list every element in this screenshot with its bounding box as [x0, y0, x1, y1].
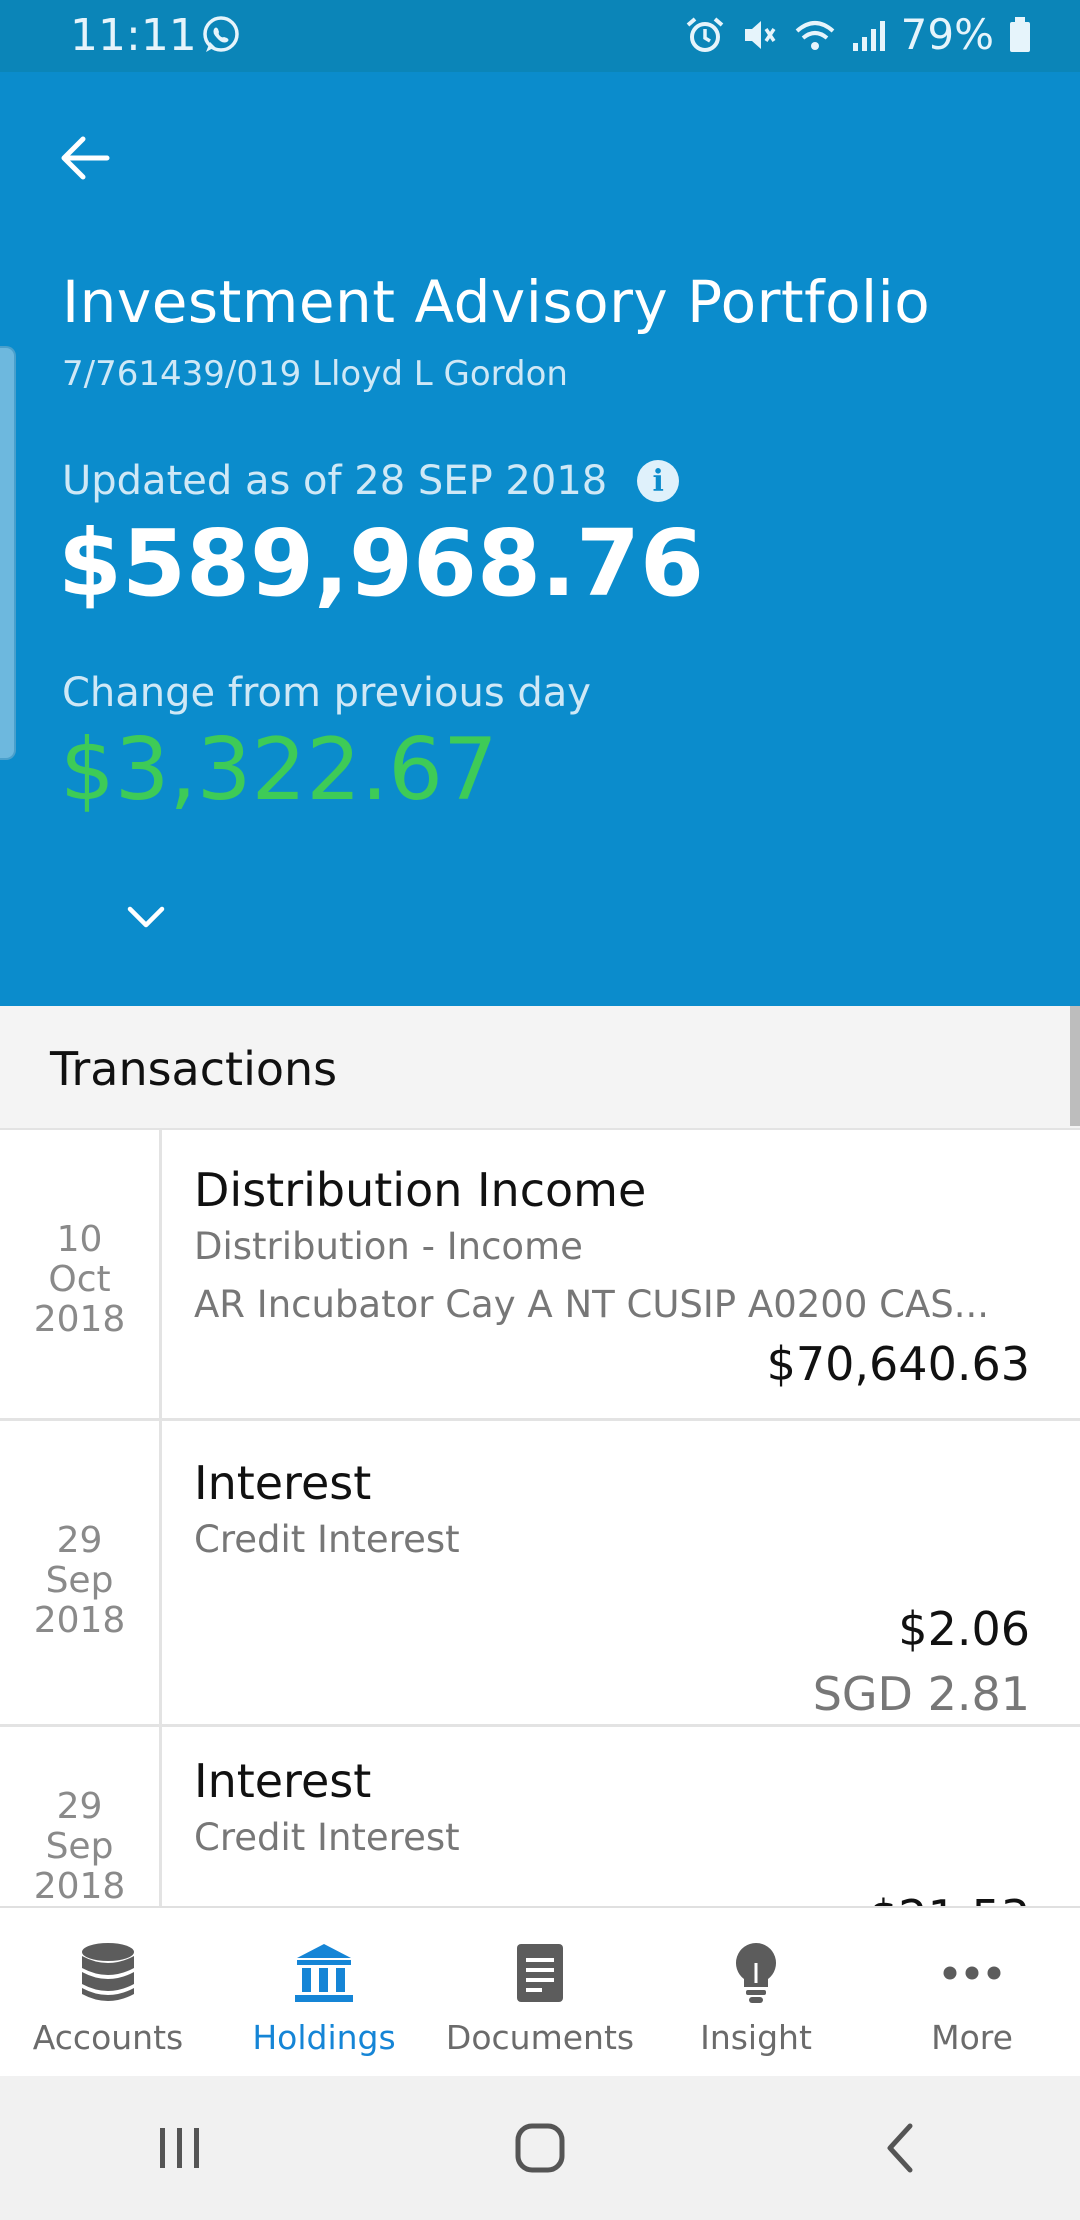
- expand-button[interactable]: [116, 892, 176, 942]
- transaction-type: Credit Interest: [194, 1518, 460, 1561]
- bank-icon: [293, 1938, 355, 2008]
- recent-apps-button[interactable]: [120, 2098, 240, 2198]
- nav-accounts[interactable]: Accounts: [0, 1908, 216, 2078]
- back-system-button[interactable]: [840, 2098, 960, 2198]
- nav-documents[interactable]: Documents: [432, 1908, 648, 2078]
- transaction-title: Distribution Income: [194, 1163, 647, 1217]
- change-value: $3,322.67: [60, 720, 498, 820]
- nav-label: More: [931, 2018, 1013, 2057]
- status-bar: 11:11 79%: [0, 0, 1080, 72]
- home-button[interactable]: [480, 2098, 600, 2198]
- back-chevron-icon: [887, 2123, 913, 2173]
- updated-date: Updated as of 28 SEP 2018: [62, 458, 608, 504]
- nav-label: Holdings: [252, 2018, 396, 2057]
- date-month: Sep: [45, 1560, 114, 1601]
- transaction-amount: $21.53: [194, 1887, 1030, 1906]
- transaction-title: Interest: [194, 1456, 372, 1510]
- date-month: Sep: [45, 1826, 114, 1867]
- nav-more[interactable]: More: [864, 1908, 1080, 2078]
- nav-holdings[interactable]: Holdings: [216, 1908, 432, 2078]
- document-icon: [515, 1938, 565, 2008]
- account-number: 7/761439/019 Lloyd L Gordon: [62, 354, 568, 394]
- alarm-icon: [685, 15, 725, 55]
- transaction-row[interactable]: 29 Sep 2018 Interest Credit Interest $2.…: [0, 1421, 1080, 1727]
- side-drawer-handle[interactable]: [0, 346, 16, 760]
- nav-label: Documents: [445, 2018, 635, 2057]
- signal-icon: [851, 15, 887, 55]
- date-day: 29: [56, 1520, 103, 1561]
- date-year: 2018: [33, 1299, 126, 1340]
- transaction-type: Credit Interest: [194, 1816, 460, 1859]
- nav-label: Accounts: [32, 2018, 184, 2057]
- change-label: Change from previous day: [62, 670, 591, 716]
- transaction-date: 29 Sep 2018: [0, 1727, 162, 1906]
- transaction-list: 10 Oct 2018 Distribution Income Distribu…: [0, 1128, 1080, 1906]
- nav-label: Insight: [700, 2018, 812, 2057]
- scrollbar[interactable]: [1070, 1006, 1080, 1126]
- transaction-type: Distribution - Income: [194, 1225, 583, 1268]
- bottom-navigation: Accounts Holdings Documents Insight More: [0, 1906, 1080, 2078]
- status-time: 11:11: [70, 10, 197, 61]
- transaction-amount: $2.06: [898, 1602, 1030, 1656]
- transaction-amount: $70,640.63: [766, 1337, 1030, 1391]
- home-icon: [515, 2123, 565, 2173]
- battery-icon: [1008, 15, 1032, 55]
- transactions-header: Transactions: [0, 1006, 1080, 1130]
- date-month: Oct: [48, 1259, 111, 1300]
- transactions-title: Transactions: [50, 1042, 338, 1096]
- database-icon: [79, 1938, 137, 2008]
- wifi-icon: [793, 15, 837, 55]
- whatsapp-icon: [200, 14, 242, 60]
- transaction-row[interactable]: 10 Oct 2018 Distribution Income Distribu…: [0, 1128, 1080, 1421]
- info-icon[interactable]: i: [637, 460, 680, 502]
- updated-line: Updated as of 28 SEP 2018 i: [62, 458, 680, 504]
- back-button[interactable]: [48, 122, 120, 194]
- more-icon: [942, 1938, 1002, 2008]
- nav-insight[interactable]: Insight: [648, 1908, 864, 2078]
- date-year: 2018: [33, 1600, 126, 1641]
- portfolio-header: Investment Advisory Portfolio 7/761439/0…: [0, 72, 1080, 1006]
- transaction-body: Distribution Income Distribution - Incom…: [194, 1128, 1080, 1394]
- status-icons: 79%: [685, 10, 1032, 59]
- transaction-date: 10 Oct 2018: [0, 1128, 162, 1418]
- back-arrow-icon: [61, 136, 110, 180]
- transaction-amount-local: SGD 2.81: [812, 1667, 1030, 1721]
- transaction-date: 29 Sep 2018: [0, 1421, 162, 1724]
- transaction-title: Interest: [194, 1754, 372, 1808]
- page-title: Investment Advisory Portfolio: [62, 268, 931, 336]
- transaction-detail: AR Incubator Cay A NT CUSIP A0200 CAS...: [194, 1283, 990, 1326]
- lightbulb-icon: [733, 1938, 779, 2008]
- transaction-row[interactable]: 29 Sep 2018 Interest Credit Interest $21…: [0, 1727, 1080, 1906]
- date-day: 10: [56, 1219, 103, 1260]
- transaction-body: Interest Credit Interest $2.06 SGD 2.81: [194, 1421, 1080, 1729]
- system-navigation-bar: [0, 2076, 1080, 2220]
- transaction-body: Interest Credit Interest $21.53: [194, 1727, 1080, 1906]
- battery-level: 79%: [900, 10, 994, 59]
- portfolio-balance: $589,968.76: [58, 510, 705, 617]
- chevron-down-icon: [127, 906, 165, 928]
- date-year: 2018: [33, 1866, 126, 1907]
- recent-apps-icon: [160, 2128, 199, 2168]
- date-day: 29: [56, 1786, 103, 1827]
- mute-icon: [739, 15, 779, 55]
